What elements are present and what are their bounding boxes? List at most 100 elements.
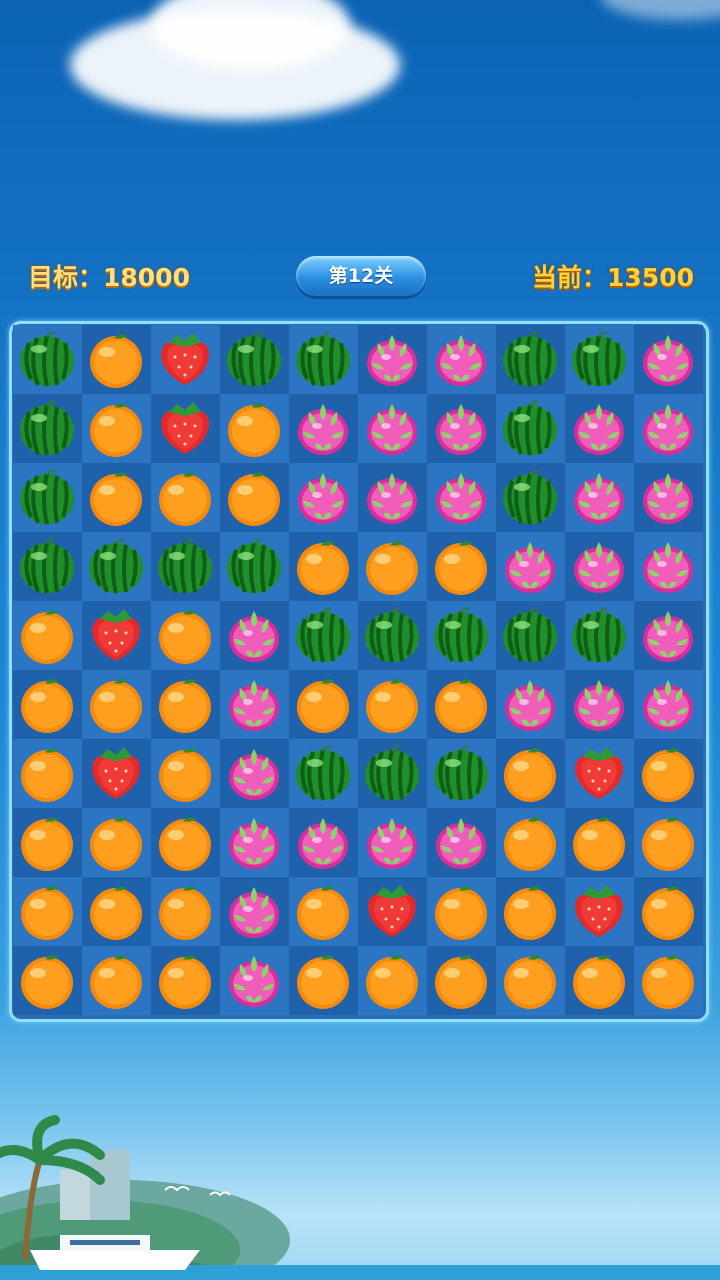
fruit-tile-orange[interactable] bbox=[634, 877, 703, 946]
fruit-tile-watermelon[interactable] bbox=[565, 601, 634, 670]
fruit-tile-dragonfruit[interactable] bbox=[565, 394, 634, 463]
fruit-tile-dragonfruit[interactable] bbox=[634, 394, 703, 463]
fruit-tile-watermelon[interactable] bbox=[496, 394, 565, 463]
fruit-tile-orange[interactable] bbox=[496, 946, 565, 1015]
level-indicator[interactable]: 第12关 bbox=[296, 256, 426, 296]
fruit-tile-dragonfruit[interactable] bbox=[427, 463, 496, 532]
fruit-tile-dragonfruit[interactable] bbox=[220, 946, 289, 1015]
fruit-tile-orange[interactable] bbox=[220, 394, 289, 463]
fruit-tile-dragonfruit[interactable] bbox=[358, 394, 427, 463]
fruit-tile-watermelon[interactable] bbox=[496, 463, 565, 532]
fruit-tile-orange[interactable] bbox=[13, 739, 82, 808]
fruit-tile-watermelon[interactable] bbox=[496, 601, 565, 670]
fruit-tile-orange[interactable] bbox=[634, 808, 703, 877]
fruit-tile-dragonfruit[interactable] bbox=[289, 463, 358, 532]
fruit-tile-orange[interactable] bbox=[82, 463, 151, 532]
fruit-tile-dragonfruit[interactable] bbox=[220, 808, 289, 877]
fruit-tile-dragonfruit[interactable] bbox=[289, 808, 358, 877]
fruit-tile-watermelon[interactable] bbox=[358, 601, 427, 670]
fruit-tile-dragonfruit[interactable] bbox=[427, 325, 496, 394]
fruit-tile-dragonfruit[interactable] bbox=[634, 325, 703, 394]
fruit-tile-orange[interactable] bbox=[496, 877, 565, 946]
fruit-tile-strawberry[interactable] bbox=[151, 325, 220, 394]
fruit-tile-orange[interactable] bbox=[82, 808, 151, 877]
fruit-tile-dragonfruit[interactable] bbox=[634, 670, 703, 739]
fruit-tile-orange[interactable] bbox=[151, 601, 220, 670]
fruit-tile-orange[interactable] bbox=[151, 808, 220, 877]
fruit-tile-orange[interactable] bbox=[565, 808, 634, 877]
fruit-tile-orange[interactable] bbox=[427, 532, 496, 601]
fruit-tile-watermelon[interactable] bbox=[427, 601, 496, 670]
fruit-tile-orange[interactable] bbox=[151, 739, 220, 808]
fruit-tile-orange[interactable] bbox=[289, 877, 358, 946]
fruit-tile-orange[interactable] bbox=[427, 877, 496, 946]
fruit-tile-orange[interactable] bbox=[289, 946, 358, 1015]
fruit-tile-dragonfruit[interactable] bbox=[565, 670, 634, 739]
fruit-tile-orange[interactable] bbox=[427, 670, 496, 739]
fruit-tile-watermelon[interactable] bbox=[358, 739, 427, 808]
fruit-tile-watermelon[interactable] bbox=[289, 325, 358, 394]
fruit-tile-watermelon[interactable] bbox=[496, 325, 565, 394]
fruit-tile-orange[interactable] bbox=[13, 808, 82, 877]
fruit-tile-dragonfruit[interactable] bbox=[220, 739, 289, 808]
fruit-tile-orange[interactable] bbox=[427, 946, 496, 1015]
fruit-tile-orange[interactable] bbox=[634, 946, 703, 1015]
fruit-tile-dragonfruit[interactable] bbox=[358, 808, 427, 877]
fruit-tile-orange[interactable] bbox=[82, 325, 151, 394]
fruit-tile-orange[interactable] bbox=[289, 670, 358, 739]
fruit-tile-watermelon[interactable] bbox=[151, 532, 220, 601]
fruit-tile-watermelon[interactable] bbox=[13, 394, 82, 463]
fruit-tile-dragonfruit[interactable] bbox=[634, 601, 703, 670]
fruit-tile-watermelon[interactable] bbox=[289, 601, 358, 670]
fruit-tile-orange[interactable] bbox=[13, 601, 82, 670]
fruit-tile-dragonfruit[interactable] bbox=[220, 601, 289, 670]
fruit-tile-watermelon[interactable] bbox=[220, 532, 289, 601]
fruit-tile-dragonfruit[interactable] bbox=[427, 394, 496, 463]
fruit-tile-orange[interactable] bbox=[358, 532, 427, 601]
fruit-tile-dragonfruit[interactable] bbox=[565, 532, 634, 601]
fruit-tile-strawberry[interactable] bbox=[82, 601, 151, 670]
fruit-tile-watermelon[interactable] bbox=[82, 532, 151, 601]
fruit-tile-strawberry[interactable] bbox=[358, 877, 427, 946]
fruit-tile-strawberry[interactable] bbox=[151, 394, 220, 463]
fruit-tile-orange[interactable] bbox=[82, 946, 151, 1015]
fruit-tile-dragonfruit[interactable] bbox=[496, 532, 565, 601]
fruit-tile-orange[interactable] bbox=[496, 808, 565, 877]
fruit-tile-orange[interactable] bbox=[358, 670, 427, 739]
fruit-tile-orange[interactable] bbox=[82, 394, 151, 463]
fruit-tile-orange[interactable] bbox=[82, 877, 151, 946]
fruit-tile-dragonfruit[interactable] bbox=[634, 532, 703, 601]
fruit-tile-strawberry[interactable] bbox=[565, 877, 634, 946]
fruit-tile-dragonfruit[interactable] bbox=[220, 877, 289, 946]
fruit-tile-orange[interactable] bbox=[151, 946, 220, 1015]
fruit-tile-orange[interactable] bbox=[358, 946, 427, 1015]
fruit-tile-watermelon[interactable] bbox=[220, 325, 289, 394]
fruit-tile-dragonfruit[interactable] bbox=[634, 463, 703, 532]
fruit-tile-orange[interactable] bbox=[13, 670, 82, 739]
fruit-tile-orange[interactable] bbox=[13, 946, 82, 1015]
fruit-tile-orange[interactable] bbox=[82, 670, 151, 739]
fruit-tile-dragonfruit[interactable] bbox=[358, 325, 427, 394]
fruit-tile-orange[interactable] bbox=[289, 532, 358, 601]
fruit-tile-orange[interactable] bbox=[151, 463, 220, 532]
fruit-tile-orange[interactable] bbox=[13, 877, 82, 946]
fruit-tile-strawberry[interactable] bbox=[565, 739, 634, 808]
fruit-tile-orange[interactable] bbox=[151, 877, 220, 946]
fruit-tile-dragonfruit[interactable] bbox=[427, 808, 496, 877]
fruit-tile-dragonfruit[interactable] bbox=[565, 463, 634, 532]
fruit-tile-dragonfruit[interactable] bbox=[289, 394, 358, 463]
fruit-tile-dragonfruit[interactable] bbox=[496, 670, 565, 739]
fruit-tile-watermelon[interactable] bbox=[427, 739, 496, 808]
fruit-tile-watermelon[interactable] bbox=[565, 325, 634, 394]
fruit-tile-dragonfruit[interactable] bbox=[220, 670, 289, 739]
fruit-tile-orange[interactable] bbox=[565, 946, 634, 1015]
fruit-tile-orange[interactable] bbox=[220, 463, 289, 532]
fruit-tile-orange[interactable] bbox=[634, 739, 703, 808]
fruit-tile-orange[interactable] bbox=[496, 739, 565, 808]
fruit-tile-watermelon[interactable] bbox=[289, 739, 358, 808]
fruit-tile-watermelon[interactable] bbox=[13, 463, 82, 532]
fruit-tile-orange[interactable] bbox=[151, 670, 220, 739]
fruit-tile-watermelon[interactable] bbox=[13, 532, 82, 601]
fruit-tile-dragonfruit[interactable] bbox=[358, 463, 427, 532]
fruit-tile-watermelon[interactable] bbox=[13, 325, 82, 394]
